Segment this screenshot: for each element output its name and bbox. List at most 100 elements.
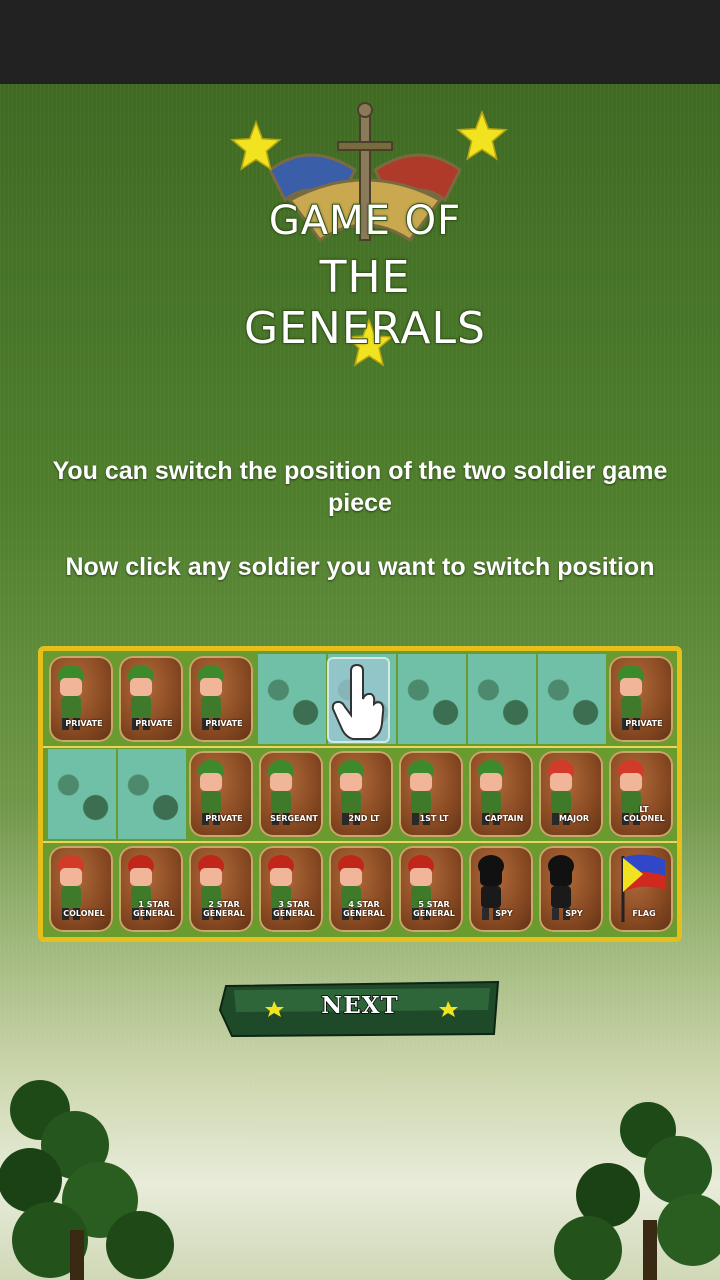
soldier-tile: 2 STAR GENERAL bbox=[189, 846, 253, 932]
soldier-icon bbox=[198, 760, 224, 825]
soldier-piece-3-star-general[interactable]: 3 STAR GENERAL bbox=[258, 844, 324, 934]
soldier-piece-captain[interactable]: CAPTAIN bbox=[468, 749, 534, 839]
grass-tile bbox=[468, 654, 536, 744]
rank-label: 4 STAR GENERAL bbox=[343, 900, 385, 918]
soldier-icon bbox=[198, 855, 224, 920]
empty-cell[interactable] bbox=[118, 749, 186, 839]
soldier-icon bbox=[58, 665, 84, 730]
grass-tile bbox=[118, 749, 186, 839]
soldier-piece-4-star-general[interactable]: 4 STAR GENERAL bbox=[328, 844, 394, 934]
soldier-tile: 1ST LT bbox=[399, 751, 463, 837]
empty-cell[interactable] bbox=[538, 654, 606, 744]
rank-label: FLAG bbox=[632, 909, 656, 918]
soldier-tile: COLONEL bbox=[49, 846, 113, 932]
soldier-tile: 2ND LT bbox=[329, 751, 393, 837]
empty-cell[interactable] bbox=[258, 654, 326, 744]
soldier-icon bbox=[338, 855, 364, 920]
soldier-tile: 3 STAR GENERAL bbox=[259, 846, 323, 932]
rank-label: PRIVATE bbox=[135, 719, 173, 728]
star-icon bbox=[456, 110, 508, 161]
rank-label: PRIVATE bbox=[625, 719, 663, 728]
soldier-icon bbox=[198, 665, 224, 730]
tree-icon bbox=[554, 1102, 720, 1280]
grass-tile bbox=[398, 654, 466, 744]
soldier-icon bbox=[128, 855, 154, 920]
soldier-tile: PRIVATE bbox=[119, 656, 183, 742]
soldier-piece-2-star-general[interactable]: 2 STAR GENERAL bbox=[188, 844, 254, 934]
rank-label: MAJOR bbox=[558, 814, 590, 823]
flag-icon bbox=[621, 854, 665, 922]
soldier-piece-flag[interactable]: FLAG bbox=[608, 844, 674, 934]
soldier-piece-5-star-general[interactable]: 5 STAR GENERAL bbox=[398, 844, 464, 934]
rank-label: PRIVATE bbox=[205, 814, 243, 823]
soldier-tile: 4 STAR GENERAL bbox=[329, 846, 393, 932]
empty-cell[interactable] bbox=[468, 654, 536, 744]
tree-icon bbox=[0, 1080, 174, 1280]
rank-label: 5 STAR GENERAL bbox=[413, 900, 455, 918]
grass-tile bbox=[258, 654, 326, 744]
rank-label: PRIVATE bbox=[205, 719, 243, 728]
soldier-piece-1-star-general[interactable]: 1 STAR GENERAL bbox=[118, 844, 184, 934]
soldier-tile: MAJOR bbox=[539, 751, 603, 837]
soldier-icon bbox=[408, 855, 434, 920]
logo-title-line2: THE GENERALS bbox=[243, 251, 486, 355]
rank-label: 2 STAR GENERAL bbox=[203, 900, 245, 918]
rank-label: LT COLONEL bbox=[623, 805, 665, 823]
rank-label: SERGEANT bbox=[270, 814, 318, 823]
soldier-tile: SERGEANT bbox=[259, 751, 323, 837]
soldier-icon bbox=[338, 760, 364, 825]
soldier-tile: CAPTAIN bbox=[469, 751, 533, 837]
board-row: PRIVATE SERGEANT 2ND LT 1ST LT CAPTAIN MAJOR L… bbox=[48, 749, 678, 841]
status-bar bbox=[0, 0, 720, 84]
row-divider bbox=[43, 746, 677, 748]
soldier-tile: LT COLONEL bbox=[609, 751, 673, 837]
soldier-icon bbox=[128, 665, 154, 730]
soldier-piece-private[interactable]: PRIVATE bbox=[48, 654, 114, 744]
instruction-text: Now click any soldier you want to switch… bbox=[65, 553, 655, 581]
rank-label: CAPTAIN bbox=[484, 814, 524, 823]
soldier-tile: SPY bbox=[469, 846, 533, 932]
soldier-icon bbox=[268, 760, 294, 825]
star-icon bbox=[230, 120, 282, 171]
soldier-piece-private[interactable]: PRIVATE bbox=[188, 654, 254, 744]
soldier-tile: 5 STAR GENERAL bbox=[399, 846, 463, 932]
soldier-piece-1st-lt[interactable]: 1ST LT bbox=[398, 749, 464, 839]
board-row: COLONEL 1 STAR GENERAL 2 STAR GENERAL 3 STA… bbox=[48, 844, 678, 936]
soldier-piece-2nd-lt[interactable]: 2ND LT bbox=[328, 749, 394, 839]
rank-label: 3 STAR GENERAL bbox=[273, 900, 315, 918]
soldier-icon bbox=[478, 855, 504, 920]
soldier-piece-private[interactable]: PRIVATE bbox=[188, 749, 254, 839]
soldier-piece-private[interactable]: PRIVATE bbox=[608, 654, 674, 744]
soldier-piece-sergeant[interactable]: SERGEANT bbox=[258, 749, 324, 839]
empty-cell[interactable] bbox=[398, 654, 466, 744]
rank-label: SPY bbox=[565, 909, 583, 918]
soldier-piece-major[interactable]: MAJOR bbox=[538, 749, 604, 839]
soldier-tile: SPY bbox=[539, 846, 603, 932]
soldier-icon bbox=[58, 855, 84, 920]
instruction-text: You can switch the position of the two s… bbox=[52, 457, 668, 517]
rank-label: 2ND LT bbox=[348, 814, 380, 823]
selected-cell-highlight[interactable] bbox=[327, 657, 390, 743]
rank-label: PRIVATE bbox=[65, 719, 103, 728]
soldier-piece-spy[interactable]: SPY bbox=[468, 844, 534, 934]
soldier-icon bbox=[548, 855, 574, 920]
soldier-icon bbox=[618, 760, 644, 825]
soldier-tile: PRIVATE bbox=[189, 751, 253, 837]
soldier-piece-lt-colonel[interactable]: LT COLONEL bbox=[608, 749, 674, 839]
soldier-piece-spy[interactable]: SPY bbox=[538, 844, 604, 934]
rank-label: 1 STAR GENERAL bbox=[133, 900, 175, 918]
soldier-piece-colonel[interactable]: COLONEL bbox=[48, 844, 114, 934]
next-button[interactable]: NEXT bbox=[218, 980, 502, 1038]
rank-label: COLONEL bbox=[63, 909, 105, 918]
soldier-piece-private[interactable]: PRIVATE bbox=[118, 654, 184, 744]
soldier-tile: FLAG bbox=[609, 846, 673, 932]
grass-tile bbox=[48, 749, 116, 839]
soldier-icon bbox=[408, 760, 434, 825]
row-divider bbox=[43, 841, 677, 843]
soldier-tile: PRIVATE bbox=[189, 656, 253, 742]
next-button-label: NEXT bbox=[320, 991, 399, 1020]
empty-cell[interactable] bbox=[48, 749, 116, 839]
hand-pointer-icon bbox=[331, 663, 385, 740]
rank-label: 1ST LT bbox=[419, 814, 449, 823]
soldier-icon bbox=[618, 665, 644, 730]
